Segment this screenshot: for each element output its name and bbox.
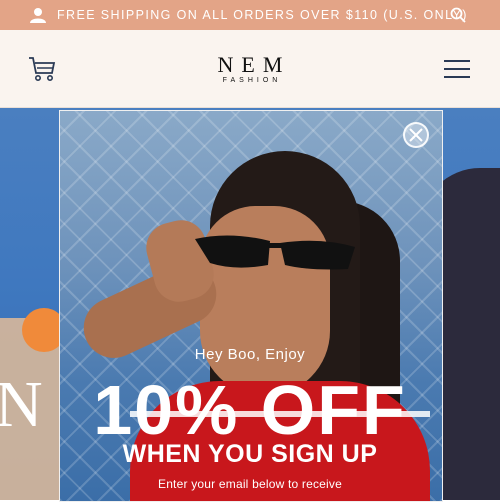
logo-main: NEM	[217, 52, 291, 77]
free-shipping-promo: FREE SHIPPING ON ALL ORDERS OVER $110 (U…	[57, 8, 468, 22]
popup-greeting: Hey Boo, Enjoy	[194, 346, 306, 363]
close-icon	[409, 128, 423, 142]
cart-icon[interactable]	[28, 56, 56, 82]
menu-icon[interactable]	[444, 60, 470, 78]
close-popup-button[interactable]	[403, 122, 429, 148]
popup-signup-heading: WHEN YOU SIGN UP	[122, 440, 378, 468]
user-icon[interactable]	[29, 7, 47, 23]
logo-sub: FASHION	[222, 77, 282, 84]
site-header: NEM FASHION	[0, 30, 500, 108]
sunglasses	[195, 235, 355, 270]
search-icon[interactable]	[450, 7, 466, 23]
brand-logo[interactable]: NEM FASHION	[200, 54, 300, 85]
popup-discount: 10% OFF	[93, 371, 407, 449]
popup-subtext: Enter your email below to receive	[157, 477, 343, 491]
announcement-bar: FREE SHIPPING ON ALL ORDERS OVER $110 (U…	[0, 0, 500, 30]
